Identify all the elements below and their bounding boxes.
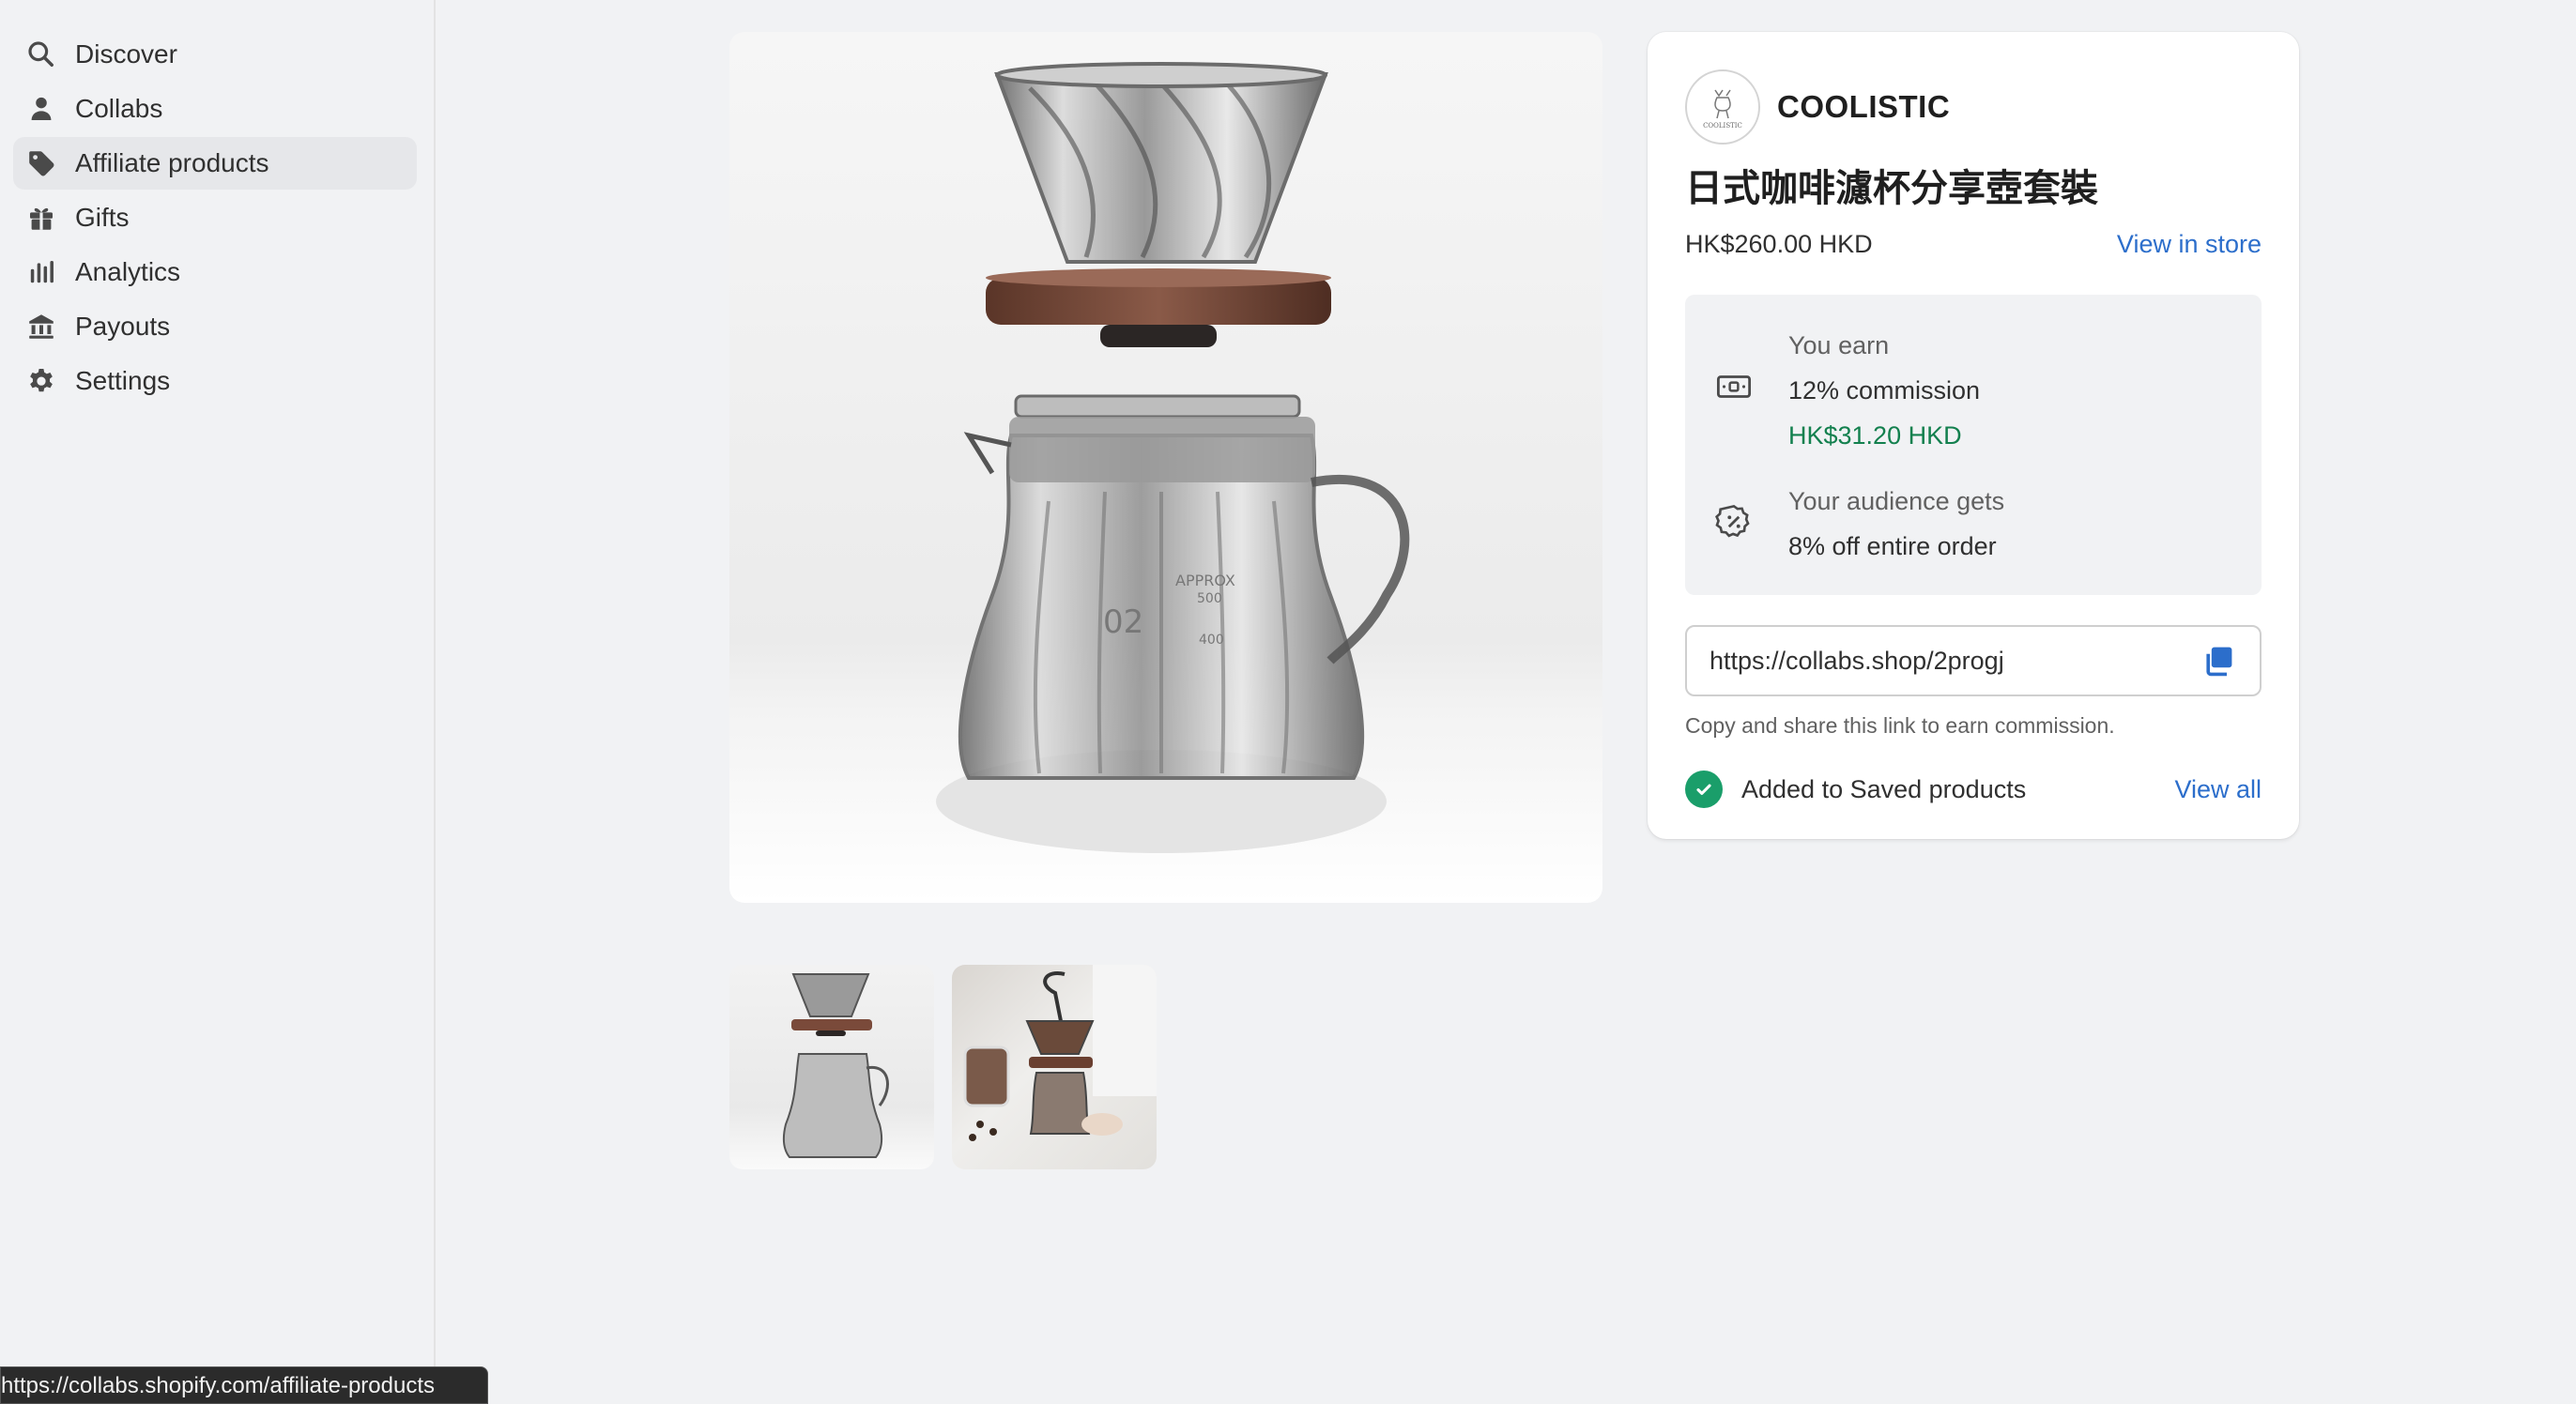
product-main-image[interactable]: 02 APPROX 500 400 — [729, 32, 1602, 903]
bar-chart-icon — [26, 257, 56, 287]
brand-name[interactable]: COOLISTIC — [1777, 89, 1950, 125]
audience-discount: 8% off entire order — [1788, 532, 1997, 560]
sidebar-item-payouts[interactable]: Payouts — [13, 300, 417, 353]
gift-icon — [26, 203, 56, 233]
copy-link-button[interactable] — [2200, 642, 2237, 679]
server-volume-mark: 500 — [1197, 591, 1222, 606]
server-approx-mark: APPROX — [1175, 572, 1235, 589]
audience-discount-row: Your audience gets 8% off entire order — [1713, 479, 2233, 569]
brand-logo: COOLISTIC — [1685, 69, 1760, 145]
tag-icon — [26, 148, 56, 178]
share-link-helper: Copy and share this link to earn commiss… — [1685, 713, 2115, 738]
search-icon — [26, 39, 56, 69]
earnings-panel: You earn 12% commission HK$31.20 HKD You… — [1685, 295, 2262, 595]
thumbnail-pouring-scene — [963, 965, 1157, 1141]
saved-status: Added to Saved products — [1685, 771, 2026, 808]
product-title: 日式咖啡濾杯分享壺套裝 — [1685, 167, 2098, 210]
sidebar-item-affiliate-products[interactable]: Affiliate products — [13, 137, 417, 190]
sidebar-item-collabs[interactable]: Collabs — [13, 83, 417, 135]
sidebar-item-gifts[interactable]: Gifts — [13, 191, 417, 244]
commission-rate: 12% commission — [1788, 376, 1981, 404]
brand-row: COOLISTIC COOLISTIC — [1685, 69, 2262, 145]
audience-gets-label: Your audience gets — [1788, 487, 2005, 515]
product-thumbnail-2[interactable] — [952, 965, 1157, 1169]
sidebar-item-label: Payouts — [75, 312, 171, 341]
sidebar-item-label: Collabs — [75, 94, 163, 123]
sidebar-item-settings[interactable]: Settings — [13, 355, 417, 407]
bank-icon — [26, 312, 56, 342]
saved-status-row: Added to Saved products View all — [1685, 771, 2262, 808]
brand-logo-text: COOLISTIC — [1703, 122, 1742, 130]
audience-discount-text: Your audience gets 8% off entire order — [1788, 479, 2004, 569]
sidebar-item-label: Analytics — [75, 257, 181, 286]
check-circle-icon — [1685, 771, 1723, 808]
cash-icon — [1713, 366, 1755, 407]
app-root: Discover Collabs Affiliate products Gift… — [0, 0, 2576, 1404]
commission-text: You earn 12% commission HK$31.20 HKD — [1788, 323, 1980, 458]
server-number-mark: 02 — [1103, 603, 1143, 641]
sidebar-item-analytics[interactable]: Analytics — [13, 246, 417, 298]
share-link-field — [1685, 625, 2262, 696]
view-in-store-link[interactable]: View in store — [2117, 230, 2262, 259]
thumbnail-dripper-set — [782, 973, 889, 1158]
share-link-input[interactable] — [1710, 646, 2198, 676]
copy-icon — [2206, 647, 2232, 677]
product-thumbnail-1[interactable] — [729, 965, 934, 1169]
sidebar-item-label: Settings — [75, 366, 171, 395]
product-detail-card: COOLISTIC COOLISTIC 日式咖啡濾杯分享壺套裝 HK$260.0… — [1648, 32, 2299, 839]
sidebar-item-label: Affiliate products — [75, 148, 269, 177]
view-all-saved-link[interactable]: View all — [2174, 775, 2262, 804]
commission-amount: HK$31.20 HKD — [1788, 421, 1962, 450]
sidebar: Discover Collabs Affiliate products Gift… — [0, 0, 436, 1404]
saved-status-text: Added to Saved products — [1741, 774, 2027, 803]
you-earn-label: You earn — [1788, 331, 1890, 359]
gear-icon — [26, 366, 56, 396]
sidebar-item-label: Discover — [75, 39, 177, 69]
server-level-mark: 400 — [1199, 633, 1224, 648]
sidebar-item-label: Gifts — [75, 203, 130, 232]
person-icon — [26, 94, 56, 124]
price-row: HK$260.00 HKD View in store — [1685, 225, 2262, 263]
coffee-dripper-illustration: 02 APPROX 500 400 — [936, 62, 1410, 853]
sidebar-item-discover[interactable]: Discover — [13, 28, 417, 81]
browser-status-url: https://collabs.shopify.com/affiliate-pr… — [0, 1366, 488, 1404]
commission-row: You earn 12% commission HK$31.20 HKD — [1713, 323, 2233, 458]
discount-icon — [1713, 501, 1755, 542]
product-price: HK$260.00 HKD — [1685, 229, 1873, 258]
